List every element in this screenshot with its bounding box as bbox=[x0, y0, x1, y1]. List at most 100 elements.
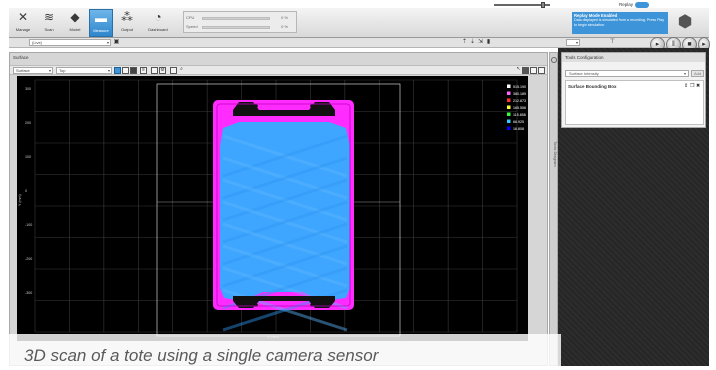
delete-icon[interactable]: ✖ bbox=[696, 84, 701, 89]
scanner-icon: ≋ bbox=[43, 10, 55, 24]
zoom-icon[interactable]: ⌕ bbox=[178, 67, 185, 74]
window-icon[interactable] bbox=[530, 67, 537, 74]
dashboard-button[interactable]: ◔ Dashboard bbox=[143, 9, 173, 37]
speed-meter: Speed 0 % bbox=[186, 24, 294, 31]
speed-value: 0 % bbox=[281, 24, 288, 29]
tool-type-value: Surface Intensity bbox=[569, 71, 599, 76]
y-tick-label: -100 bbox=[25, 223, 32, 227]
upload-icon[interactable]: ⇡ bbox=[461, 39, 468, 46]
model-label: Model bbox=[69, 27, 81, 32]
tool-list-item[interactable]: Surface Bounding Box bbox=[568, 84, 617, 89]
scan-button[interactable]: ≋ Scan bbox=[37, 9, 61, 37]
surface-view-combo[interactable]: Top ▾ bbox=[56, 67, 112, 74]
replay-label: Replay bbox=[619, 2, 634, 7]
ruler-icon: ▬ bbox=[95, 11, 107, 25]
copy-icon[interactable]: ❐ bbox=[690, 84, 695, 89]
output-icon: ⁂ bbox=[121, 10, 133, 24]
measure-button[interactable]: ▬ Measure bbox=[89, 9, 113, 37]
reorder-icon[interactable]: ⇕ bbox=[684, 84, 689, 89]
replay-toggle[interactable] bbox=[635, 2, 649, 8]
cpu-label: CPU bbox=[186, 15, 195, 20]
cpu-bar bbox=[202, 17, 270, 20]
dashboard-icon: ◔ bbox=[154, 10, 162, 24]
export-icon[interactable]: ⇲ bbox=[477, 39, 484, 46]
pointer-icon[interactable]: ↖ bbox=[515, 67, 522, 74]
speed-bar bbox=[202, 26, 270, 29]
y-tick-label: 200 bbox=[25, 121, 31, 125]
cpu-value: 0 % bbox=[281, 15, 288, 20]
tools-configuration-panel: Tools Configuration Surface Intensity ▾ … bbox=[561, 52, 706, 128]
filter-icon[interactable]: ⊤ bbox=[609, 39, 616, 46]
tools-diagram-label: Tools Diagram bbox=[553, 141, 558, 167]
chevron-down-icon: ▾ bbox=[107, 68, 110, 73]
chevron-down-icon: ▾ bbox=[683, 71, 686, 76]
record-icon[interactable]: ▮ bbox=[485, 39, 492, 46]
cpu-meter: CPU 0 % bbox=[186, 15, 294, 22]
legend-swatch bbox=[507, 112, 511, 116]
profile-view-icon[interactable]: ≡ bbox=[140, 67, 147, 74]
intensity-view-icon[interactable] bbox=[130, 67, 137, 74]
chevron-down-icon: ▾ bbox=[106, 40, 109, 45]
legend-swatch bbox=[507, 126, 511, 130]
tool-type-combo[interactable]: Surface Intensity ▾ bbox=[565, 70, 689, 77]
model-button[interactable]: ◆ Model bbox=[63, 9, 87, 37]
legend-swatch bbox=[507, 105, 511, 109]
manage-label: Manage bbox=[15, 27, 31, 32]
layout-icon[interactable] bbox=[522, 67, 529, 74]
settings-view-icon[interactable]: ⚙ bbox=[159, 67, 166, 74]
app-logo-icon: ⬢ bbox=[677, 12, 693, 31]
replay-slider-knob[interactable] bbox=[541, 2, 545, 8]
tools-icon: ✕ bbox=[17, 10, 29, 24]
save-icon[interactable]: ▣ bbox=[113, 39, 120, 46]
legend-swatch bbox=[507, 84, 511, 88]
output-label: Output bbox=[120, 27, 133, 32]
rim-hole bbox=[310, 104, 314, 108]
performance-box: CPU 0 % Speed 0 % bbox=[183, 11, 297, 33]
y-tick-label: -300 bbox=[25, 291, 32, 295]
3d-view-icon[interactable] bbox=[151, 67, 158, 74]
measure-label: Measure bbox=[93, 28, 109, 33]
add-tool-button[interactable]: Add bbox=[691, 70, 704, 77]
surface-plot[interactable]: 3002001000-100-200-300Y (mm)X (mm)515.19… bbox=[17, 76, 528, 341]
y-tick-label: -200 bbox=[25, 257, 32, 261]
legend-label: 16.808 bbox=[513, 127, 524, 131]
legend-swatch bbox=[507, 119, 511, 123]
chevron-down-icon: ▾ bbox=[575, 40, 578, 45]
legend-label: 212.873 bbox=[513, 99, 526, 103]
chevron-down-icon: ▾ bbox=[48, 68, 51, 73]
snapshot-icon[interactable] bbox=[170, 67, 177, 74]
replay-notice-text: Data displayed is simulated from a recor… bbox=[574, 18, 665, 27]
frame-combo[interactable]: ▾ bbox=[566, 39, 580, 46]
output-button[interactable]: ⁂ Output bbox=[115, 9, 139, 37]
scan-label: Scan bbox=[44, 27, 54, 32]
dashboard-label: Dashboard bbox=[148, 27, 168, 32]
tools-configuration-title: Tools Configuration bbox=[562, 53, 705, 62]
surface-source-value: Surface bbox=[16, 68, 30, 73]
model-icon: ◆ bbox=[70, 10, 80, 24]
surface-view-bar: Surface ▾ Top ▾ ≡ ⚙ ⌕ ↖ bbox=[10, 65, 547, 75]
y-tick-label: 100 bbox=[25, 155, 31, 159]
legend-label: 380.189 bbox=[513, 92, 526, 96]
tool-list: Surface Bounding Box ⇕ ❐ ✖ bbox=[565, 80, 704, 125]
manage-button[interactable]: ✕ Manage bbox=[11, 9, 35, 37]
replay-notice: Replay Mode Enabled Data displayed is si… bbox=[572, 12, 668, 34]
surface-view-value: Top bbox=[59, 68, 66, 73]
tools-diagram-tab[interactable]: Tools Diagram bbox=[549, 52, 558, 366]
surface-source-combo[interactable]: Surface ▾ bbox=[13, 67, 53, 74]
legend-swatch bbox=[507, 91, 511, 95]
download-icon[interactable]: ⇣ bbox=[469, 39, 476, 46]
scan-bar: (Live) ▾ ▣ ⇡ ⇣ ⇲ ▮ bbox=[9, 38, 709, 48]
scan-combo[interactable]: (Live) ▾ bbox=[29, 39, 111, 46]
close-circle-icon[interactable] bbox=[551, 57, 557, 63]
grid-view-icon[interactable] bbox=[122, 67, 129, 74]
surface-heightmap: 3002001000-100-200-300Y (mm)X (mm)515.19… bbox=[18, 79, 526, 339]
speed-label: Speed bbox=[186, 24, 198, 29]
caption: 3D scan of a tote using a single camera … bbox=[24, 346, 379, 365]
legend-label: 66.925 bbox=[513, 120, 524, 124]
heightmap-view-icon[interactable] bbox=[114, 67, 121, 74]
legend-swatch bbox=[507, 98, 511, 102]
maximize-icon[interactable] bbox=[538, 67, 545, 74]
y-axis-label: Y (mm) bbox=[18, 194, 22, 206]
scan-combo-value: (Live) bbox=[32, 40, 43, 45]
legend-label: 115.858 bbox=[513, 113, 526, 117]
